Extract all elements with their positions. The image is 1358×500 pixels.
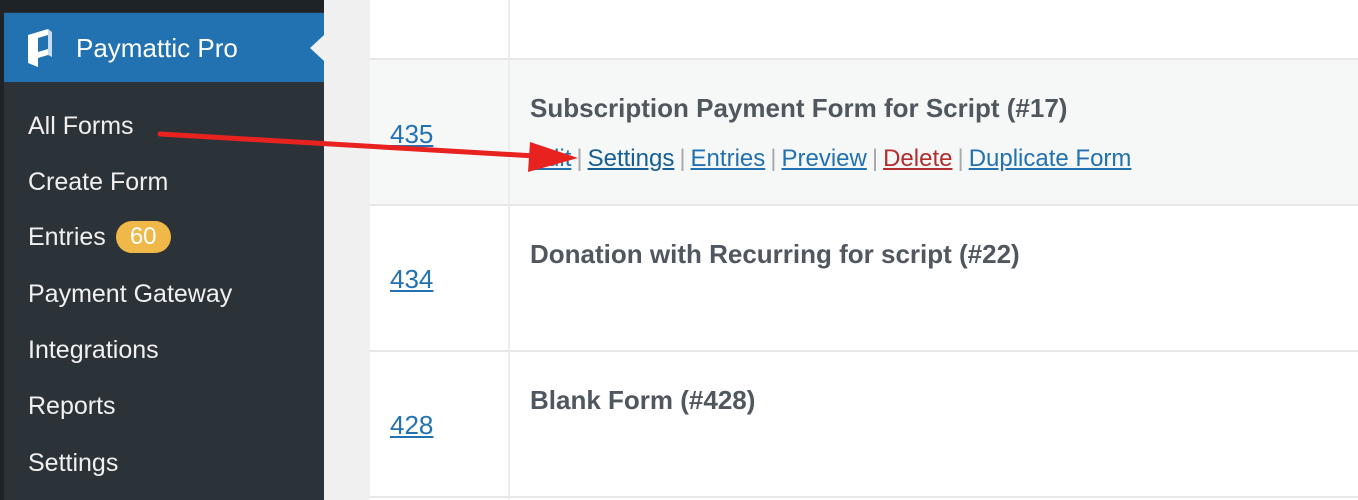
submenu-item-all-forms[interactable]: All Forms (28, 109, 134, 143)
admin-sidebar: Paymattic Pro All Forms Create Form Entr… (4, 0, 324, 500)
content-gutter (324, 0, 370, 500)
edit-link[interactable]: Edit (530, 145, 571, 172)
column-divider (508, 0, 510, 500)
forms-table: 435 Subscription Payment Form for Script… (370, 0, 1358, 500)
action-separator: | (679, 145, 686, 172)
entries-count-badge: 60 (115, 221, 171, 253)
submenu-item-entries-label: Entries (28, 223, 106, 251)
duplicate-form-link[interactable]: Duplicate Form (969, 145, 1132, 172)
form-title: Donation with Recurring for script (#22) (530, 239, 1020, 269)
action-separator: | (957, 145, 964, 172)
submenu-item-entries[interactable]: Entries 60 (28, 220, 171, 254)
action-separator: | (871, 145, 879, 172)
preview-link[interactable]: Preview (781, 145, 866, 172)
form-title: Subscription Payment Form for Script (#1… (530, 93, 1068, 123)
form-title: Blank Form (#428) (530, 385, 756, 415)
delete-link[interactable]: Delete (883, 145, 952, 172)
submenu-item-integrations[interactable]: Integrations (28, 333, 159, 367)
action-separator: | (770, 145, 777, 172)
active-menu-pointer (310, 35, 324, 61)
table-row: 434 Donation with Recurring for script (… (370, 206, 1358, 352)
submenu-item-payment-gateway[interactable]: Payment Gateway (28, 277, 232, 311)
submenu-item-create-form[interactable]: Create Form (28, 165, 168, 199)
row-actions: Edit | Settings | Entries | Preview | Delete | Dup… (530, 144, 1131, 174)
table-row: 428 Blank Form (#428) (370, 352, 1358, 498)
table-row: 435 Subscription Payment Form for Script… (370, 60, 1358, 206)
sidebar-top-bar (4, 0, 324, 12)
submenu-item-reports[interactable]: Reports (28, 389, 116, 423)
form-id-link[interactable]: 428 (390, 409, 433, 441)
form-id-link[interactable]: 435 (390, 118, 433, 150)
entries-link[interactable]: Entries (691, 145, 766, 172)
menu-paymattic-pro[interactable]: Paymattic Pro (4, 13, 324, 82)
action-separator: | (576, 145, 583, 172)
table-row (370, 0, 1358, 60)
submenu-item-settings[interactable]: Settings (28, 446, 118, 480)
form-id-link[interactable]: 434 (390, 263, 433, 295)
paymattic-logo-icon (28, 29, 52, 67)
settings-link[interactable]: Settings (588, 145, 675, 172)
menu-title: Paymattic Pro (76, 33, 238, 63)
